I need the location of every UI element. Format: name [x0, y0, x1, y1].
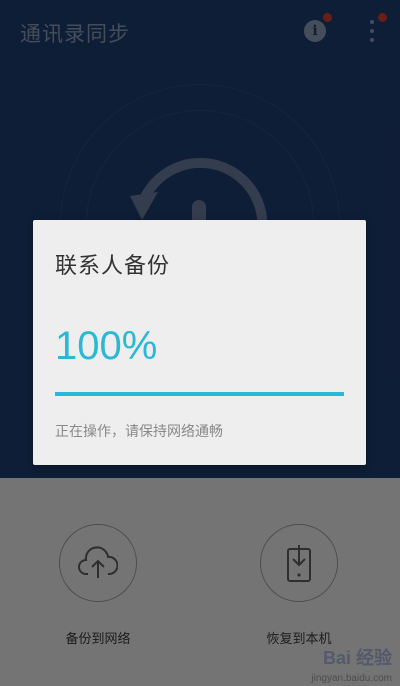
- progress-bar: [55, 392, 344, 396]
- backup-progress-dialog: 联系人备份 100% 正在操作，请保持网络通畅: [33, 220, 366, 465]
- dialog-title: 联系人备份: [55, 254, 171, 279]
- progress-bar-fill: [55, 392, 344, 396]
- dialog-message: 正在操作，请保持网络通畅: [55, 424, 223, 440]
- progress-percent: 100%: [55, 324, 158, 368]
